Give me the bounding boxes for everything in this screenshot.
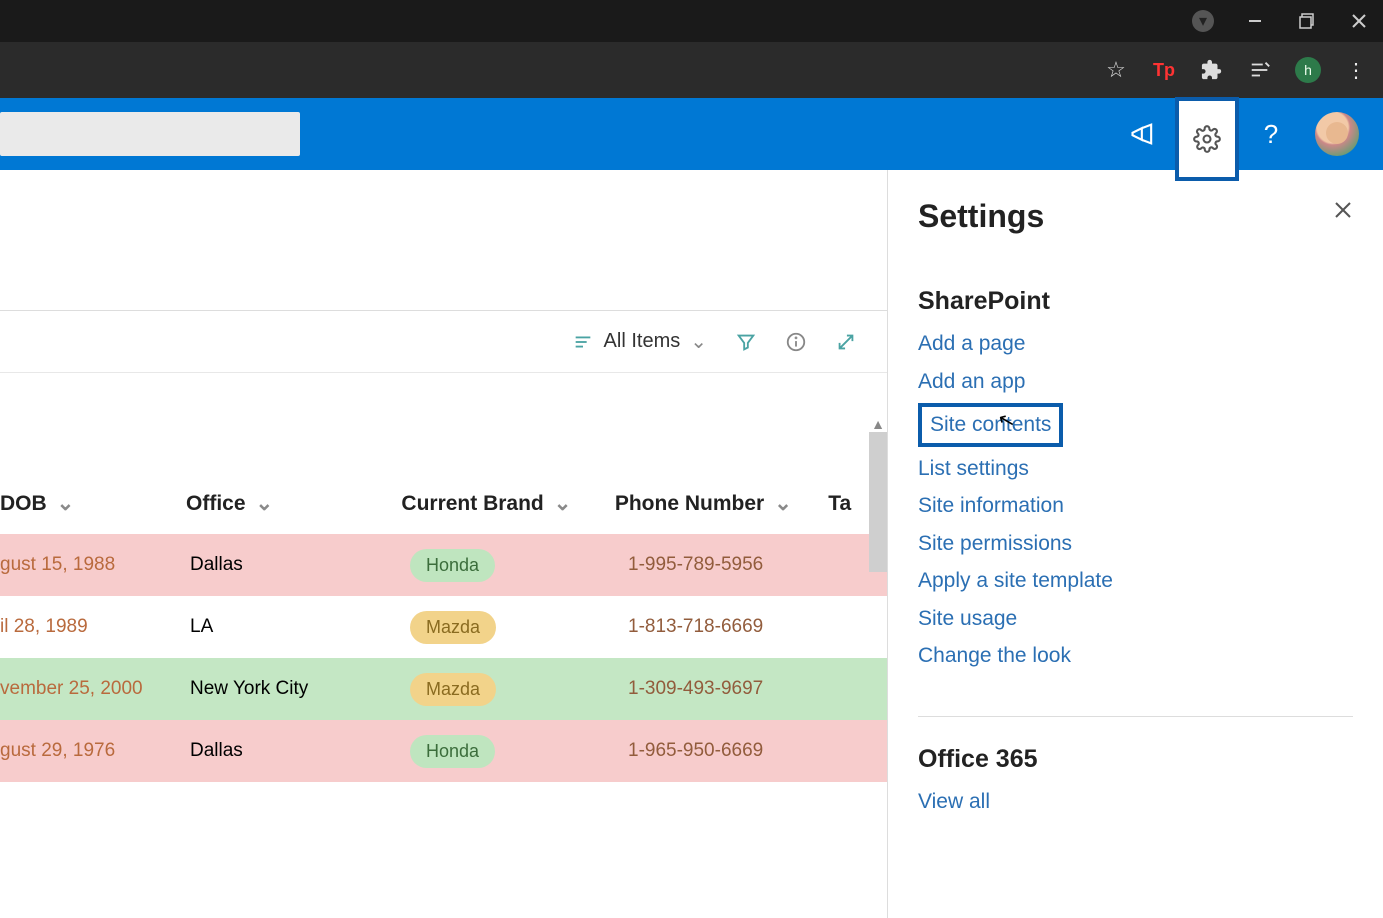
close-window-button[interactable] [1347,9,1371,33]
expand-icon[interactable] [835,331,857,353]
minimize-button[interactable] [1243,9,1267,33]
table-row[interactable]: il 28, 1989LAMazda1-813-718-6669 [0,596,887,658]
column-header-brand[interactable]: Current Brand⌄ [401,491,614,516]
cell-dob: il 28, 1989 [0,616,190,638]
cell-brand: Honda [410,735,628,768]
close-panel-button[interactable] [1333,200,1353,220]
browser-menu-icon[interactable]: ⋮ [1343,57,1369,83]
maximize-button[interactable] [1295,9,1319,33]
cell-brand: Honda [410,549,628,582]
info-icon[interactable] [785,331,807,353]
chevron-down-icon: ⌄ [57,491,75,516]
settings-link[interactable]: Site permissions [918,528,1353,560]
sharepoint-section-heading: SharePoint [918,287,1353,316]
table-row[interactable]: gust 29, 1976DallasHonda1-965-950-6669 [0,720,887,782]
table-row[interactable]: gust 15, 1988DallasHonda1-995-789-5956 [0,534,887,596]
settings-title: Settings [918,198,1353,235]
browser-profile-avatar[interactable]: h [1295,57,1321,83]
settings-link[interactable]: Add a page [918,328,1353,360]
chevron-down-icon: ⌄ [774,491,792,516]
list-table: DOB⌄ Office⌄ Current Brand⌄ Phone Number… [0,473,887,782]
cell-office: Dallas [190,740,410,762]
search-input[interactable] [0,112,300,156]
cell-dob: vember 25, 2000 [0,678,190,700]
settings-link[interactable]: List settings [918,453,1353,485]
column-header-phone[interactable]: Phone Number⌄ [615,491,828,516]
reading-list-icon[interactable] [1247,57,1273,83]
cell-brand: Mazda [410,673,628,706]
office365-section-heading: Office 365 [918,745,1353,774]
tp-extension-icon[interactable]: Tp [1151,57,1177,83]
extensions-puzzle-icon[interactable] [1199,57,1225,83]
cell-dob: gust 15, 1988 [0,554,190,576]
cell-phone: 1-813-718-6669 [628,616,846,638]
shield-dropdown-icon[interactable]: ▾ [1191,9,1215,33]
settings-link[interactable]: Site usage [918,603,1353,635]
scroll-up-arrow[interactable]: ▲ [871,416,885,432]
settings-link[interactable]: Site information [918,490,1353,522]
divider [918,716,1353,717]
cell-phone: 1-965-950-6669 [628,740,846,762]
settings-link[interactable]: Add an app [918,366,1353,398]
browser-titlebar: ▾ [0,0,1383,42]
settings-gear-button[interactable] [1175,97,1239,181]
settings-panel: Settings SharePoint Add a page Add an app… [887,170,1383,918]
cell-phone: 1-309-493-9697 [628,678,846,700]
chevron-down-icon: ⌄ [256,491,274,516]
sharepoint-links: Add a page Add an app Site contents List se… [918,328,1353,672]
cell-dob: gust 29, 1976 [0,740,190,762]
help-icon[interactable]: ? [1239,98,1303,170]
cell-office: New York City [190,678,410,700]
table-row[interactable]: vember 25, 2000New York CityMazda1-309-4… [0,658,887,720]
view-selector[interactable]: All Items ⌄ [572,329,707,354]
cell-phone: 1-995-789-5956 [628,554,846,576]
column-header-office[interactable]: Office⌄ [186,491,401,516]
column-headers: DOB⌄ Office⌄ Current Brand⌄ Phone Number… [0,473,887,534]
chevron-down-icon: ⌄ [554,491,572,516]
office365-view-all-link[interactable]: View all [918,786,1353,818]
cell-office: Dallas [190,554,410,576]
view-toolbar: All Items ⌄ [0,311,887,373]
filter-icon[interactable] [735,331,757,353]
settings-link[interactable]: Change the look [918,640,1353,672]
sharepoint-header: ? [0,98,1383,170]
column-header-dob[interactable]: DOB⌄ [0,491,186,516]
view-name: All Items [604,330,681,353]
cell-brand: Mazda [410,611,628,644]
user-avatar[interactable] [1315,112,1359,156]
megaphone-icon[interactable] [1111,98,1175,170]
scrollbar-thumb[interactable] [869,432,887,572]
chevron-down-icon: ⌄ [690,329,707,354]
cell-office: LA [190,616,410,638]
main-content: All Items ⌄ ▲ DOB⌄ Office⌄ Current Brand… [0,170,887,918]
settings-link[interactable]: Site contents [918,403,1063,447]
bookmark-star-icon[interactable]: ☆ [1103,57,1129,83]
settings-link[interactable]: Apply a site template [918,565,1353,597]
